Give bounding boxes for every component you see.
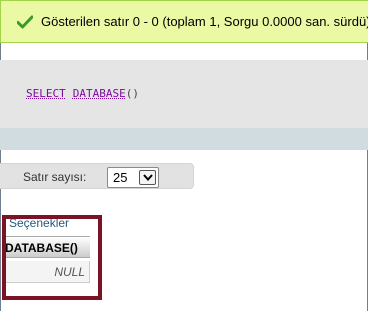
chevron-down-icon [143, 174, 153, 181]
sql-query-code: SELECT DATABASE() [26, 87, 139, 100]
rows-count-dropdown-button[interactable] [139, 170, 156, 185]
sql-parens: () [125, 87, 139, 100]
rows-count-select[interactable]: 25 [107, 167, 159, 188]
success-message-text: Gösterilen satır 0 - 0 (toplam 1, Sorgu … [41, 14, 368, 29]
query-actions-strip [0, 128, 368, 150]
sql-query-panel: SELECT DATABASE() [0, 60, 368, 128]
rows-count-value: 25 [113, 170, 128, 185]
sql-function-database[interactable]: DATABASE [73, 87, 126, 100]
success-message-bar: Gösterilen satır 0 - 0 (toplam 1, Sorgu … [0, 0, 368, 43]
highlight-annotation-box [2, 215, 102, 300]
check-icon [17, 15, 33, 29]
results-navigation: Satır sayısı: 25 [0, 163, 194, 189]
sql-keyword-select[interactable]: SELECT [26, 87, 66, 100]
rows-count-label: Satır sayısı: [23, 170, 87, 184]
